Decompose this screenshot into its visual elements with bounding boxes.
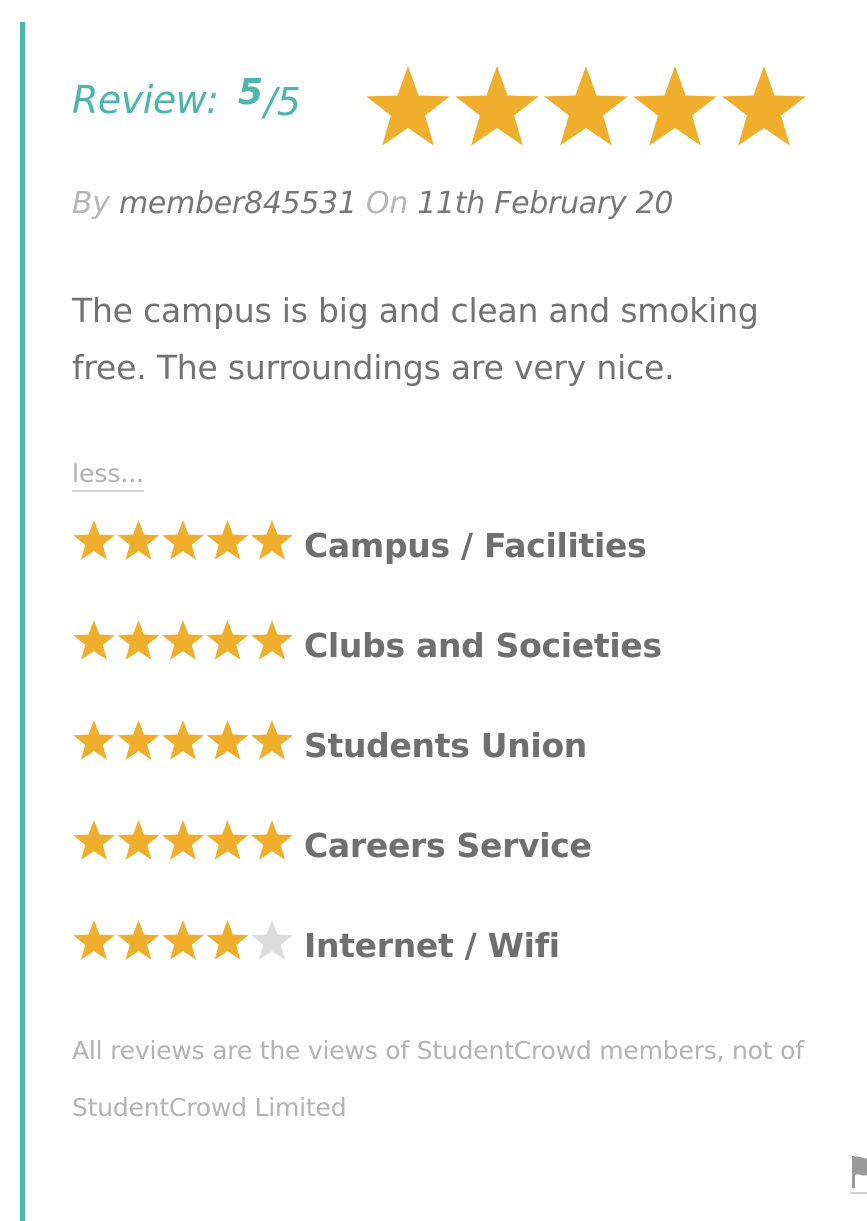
rating-label: Campus / Facilities <box>304 526 647 565</box>
rating-label: Students Union <box>304 726 588 765</box>
star-icon <box>117 520 160 560</box>
rating-stars <box>73 820 293 860</box>
rating-row-campus-facilities: Campus / Facilities <box>72 514 812 578</box>
star-icon <box>117 620 160 660</box>
rating-label: Clubs and Societies <box>304 626 662 665</box>
less-link[interactable]: less... <box>72 459 145 492</box>
accent-bar <box>20 22 25 1221</box>
rating-stars <box>73 620 293 660</box>
rating-row-clubs-societies: Clubs and Societies <box>72 614 812 678</box>
review-label: Review: <box>72 78 219 122</box>
star-icon <box>117 720 160 760</box>
rating-label: Internet / Wifi <box>304 926 560 965</box>
rating-stars <box>73 720 293 760</box>
star-icon <box>206 920 249 960</box>
star-icon <box>117 820 160 860</box>
review-meta: By member845531 On 11th February 20 <box>72 186 673 221</box>
star-icon <box>162 820 204 860</box>
star-icon <box>162 920 204 960</box>
flag-icon[interactable] <box>850 1154 867 1196</box>
star-icon <box>206 720 249 760</box>
star-icon <box>73 820 115 860</box>
star-icon <box>206 620 249 660</box>
star-icon <box>251 520 293 560</box>
star-icon <box>73 620 115 660</box>
review-out-of: /5 <box>264 80 301 124</box>
star-icon <box>206 520 249 560</box>
by-label: By <box>72 186 110 221</box>
review-header: Review: 5 /5 <box>72 62 812 152</box>
rating-row-internet-wifi: Internet / Wifi <box>72 914 812 978</box>
star-icon <box>544 66 628 146</box>
star-icon <box>162 720 204 760</box>
review-score: 5 <box>238 72 264 113</box>
star-icon <box>251 920 293 960</box>
star-icon <box>366 66 450 146</box>
review-date: 11th February 20 <box>417 186 674 221</box>
author-name: member845531 <box>119 186 357 221</box>
overall-rating-stars <box>366 66 806 146</box>
on-label: On <box>365 186 408 221</box>
star-icon <box>162 520 204 560</box>
star-icon <box>206 820 249 860</box>
star-icon <box>117 920 160 960</box>
star-icon <box>722 66 806 146</box>
rating-label: Careers Service <box>304 826 592 865</box>
disclaimer: All reviews are the views of StudentCrow… <box>72 1036 804 1122</box>
star-icon <box>73 920 115 960</box>
star-icon <box>455 66 539 146</box>
rating-row-students-union: Students Union <box>72 714 812 778</box>
rating-row-careers-service: Careers Service <box>72 814 812 878</box>
star-icon <box>633 66 717 146</box>
star-icon <box>73 720 115 760</box>
star-icon <box>251 820 293 860</box>
star-icon <box>73 520 115 560</box>
star-icon <box>251 720 293 760</box>
star-icon <box>251 620 293 660</box>
star-icon <box>162 620 204 660</box>
rating-stars <box>73 520 293 560</box>
review-body: The campus is big and clean and smoking … <box>72 291 759 387</box>
rating-stars <box>73 920 293 960</box>
